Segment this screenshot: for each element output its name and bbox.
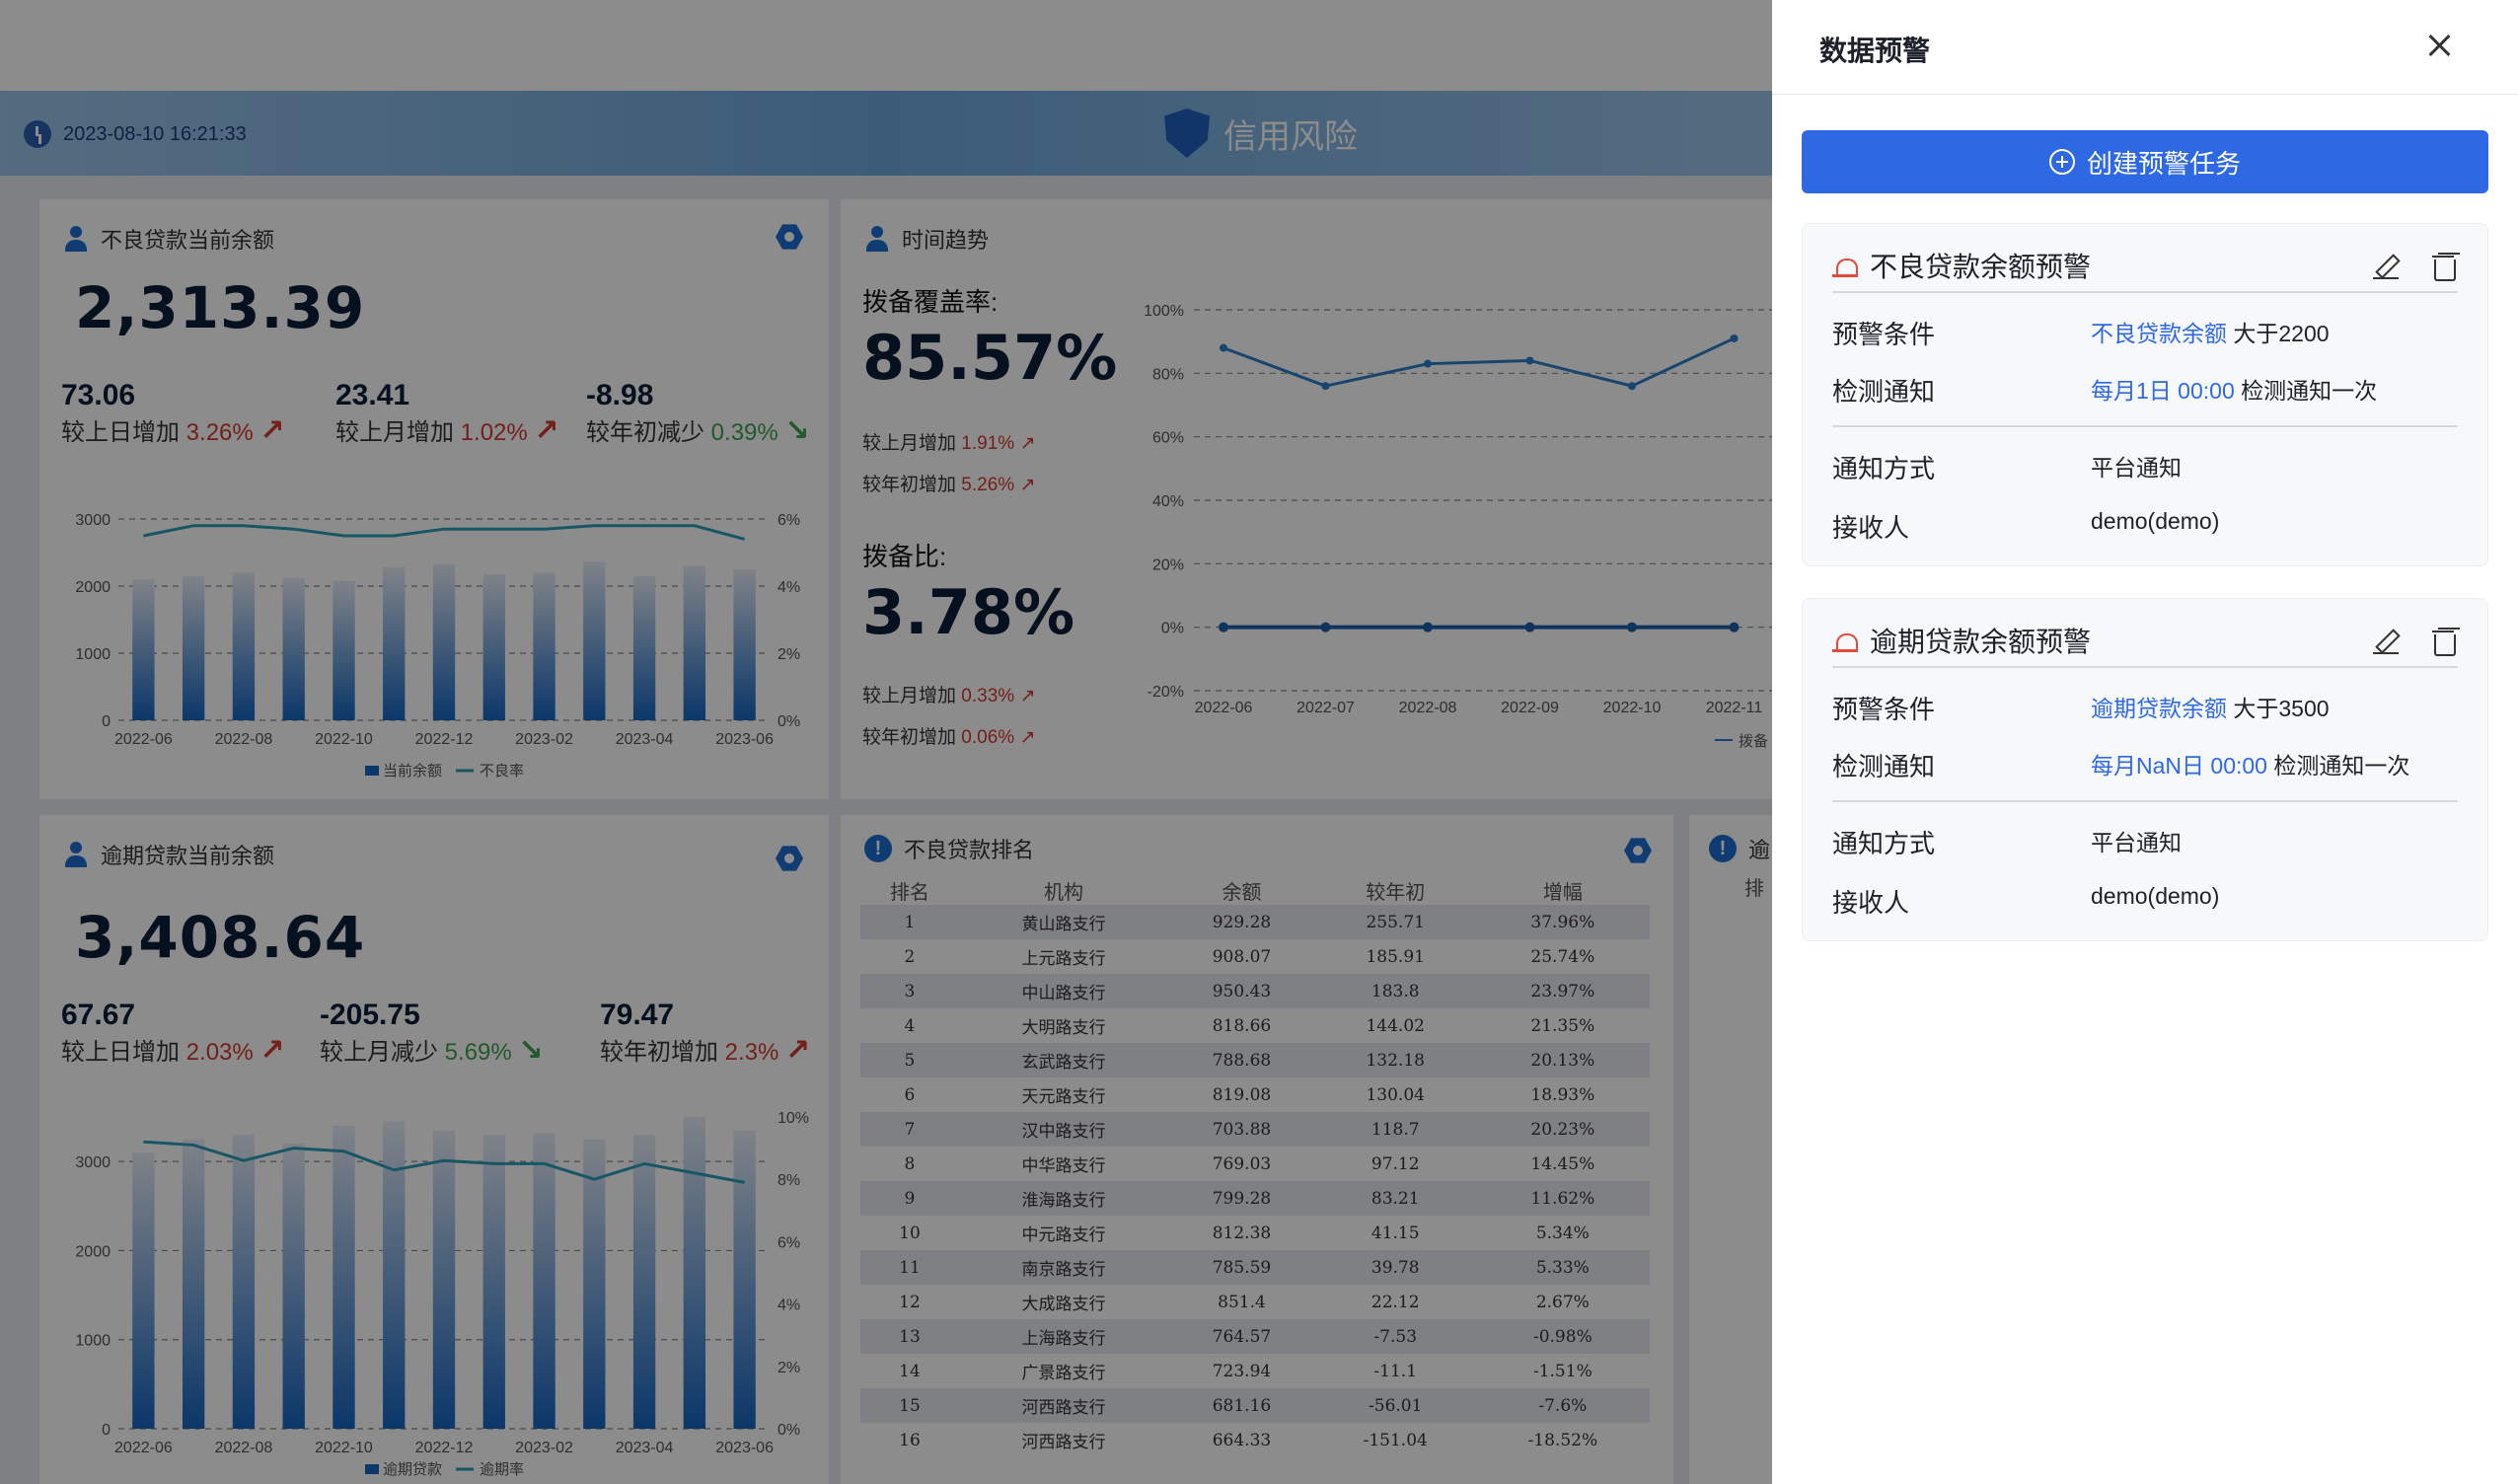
alarm-icon bbox=[1832, 628, 1858, 653]
drawer-title: 数据预警 bbox=[1819, 36, 1931, 66]
create-alert-task-button[interactable]: 创建预警任务 bbox=[1802, 130, 2488, 193]
divider bbox=[1832, 800, 2458, 802]
close-icon[interactable] bbox=[2423, 30, 2455, 61]
data-alert-drawer: 数据预警 创建预警任务 不良贷款余额预警 预警条件 不良贷款余额 大于2200 检… bbox=[1772, 0, 2518, 1484]
alert-header: 逾期贷款余额预警 bbox=[1832, 615, 2458, 668]
alarm-icon bbox=[1832, 253, 1858, 278]
alert-card: 不良贷款余额预警 预警条件 不良贷款余额 大于2200 检测通知 每月1日 00:0… bbox=[1802, 223, 2488, 566]
modal-overlay[interactable] bbox=[0, 0, 1772, 1484]
delete-icon[interactable] bbox=[2432, 254, 2456, 281]
edit-icon[interactable] bbox=[2373, 629, 2399, 654]
delete-icon[interactable] bbox=[2432, 629, 2456, 656]
divider bbox=[1832, 425, 2458, 427]
edit-icon[interactable] bbox=[2373, 254, 2399, 279]
plus-circle-icon bbox=[2048, 149, 2075, 175]
alert-card: 逾期贷款余额预警 预警条件 逾期贷款余额 大于3500 检测通知 每月NaN日 00… bbox=[1802, 598, 2488, 941]
drawer-header: 数据预警 bbox=[1772, 0, 2518, 95]
alert-header: 不良贷款余额预警 bbox=[1832, 240, 2458, 293]
